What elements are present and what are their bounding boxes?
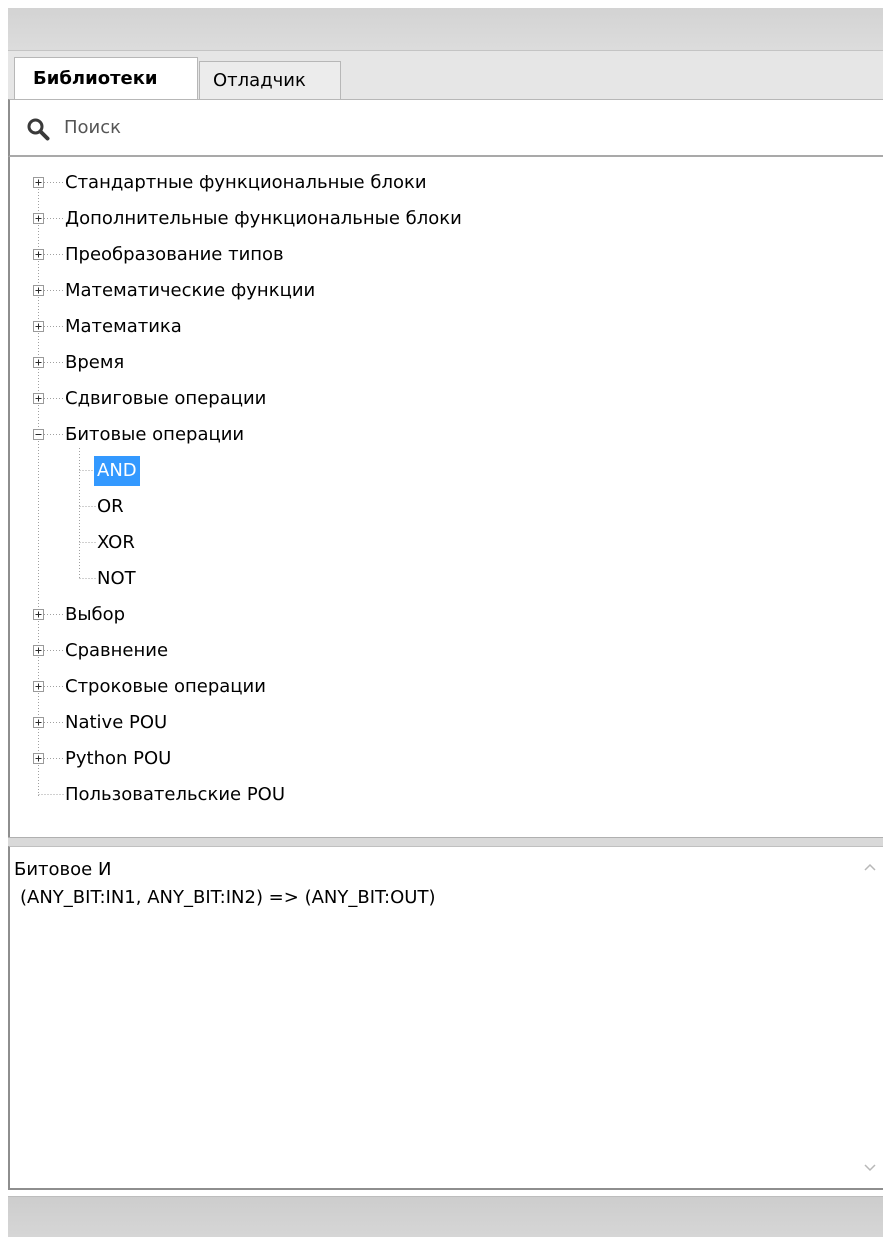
search-input[interactable]	[64, 112, 844, 142]
tree-item-label: Строковые операции	[65, 675, 266, 697]
tree-item[interactable]: Преобразование типов	[62, 240, 287, 270]
tree-item-label: Время	[65, 351, 125, 373]
tree-child-label: AND	[94, 455, 140, 486]
tree-item-label: Сдвиговые операции	[65, 387, 267, 409]
collapse-minus-icon[interactable]	[33, 429, 44, 440]
tree-item[interactable]: Время	[62, 348, 127, 378]
tree-item-label: Битовые операции	[65, 423, 245, 445]
tree-item[interactable]: Пользовательские POU	[62, 780, 288, 810]
tree-item-label: Выбор	[65, 603, 126, 625]
expand-plus-icon[interactable]	[33, 321, 44, 332]
tree-child-label: NOT	[97, 567, 136, 589]
expand-plus-icon[interactable]	[33, 285, 44, 296]
tree-item-label: Native POU	[65, 711, 168, 733]
expand-plus-icon[interactable]	[33, 357, 44, 368]
expand-plus-icon[interactable]	[33, 609, 44, 620]
expand-plus-icon[interactable]	[33, 717, 44, 728]
tree-item[interactable]: Python POU	[62, 744, 174, 774]
tree-item[interactable]: Стандартные функциональные блоки	[62, 168, 430, 198]
expand-plus-icon[interactable]	[33, 177, 44, 188]
description-title: Битовое И	[14, 859, 112, 880]
tree-item[interactable]: Строковые операции	[62, 672, 269, 702]
expand-plus-icon[interactable]	[33, 213, 44, 224]
expand-plus-icon[interactable]	[33, 645, 44, 656]
tree-item-label: Преобразование типов	[65, 243, 284, 265]
tree-child-item[interactable]: NOT	[94, 564, 139, 594]
description-panel: Битовое И (ANY_BIT:IN1, ANY_BIT:IN2) => …	[8, 846, 883, 1190]
expand-plus-icon[interactable]	[33, 249, 44, 260]
expand-plus-icon[interactable]	[33, 753, 44, 764]
tree-child-item[interactable]: XOR	[94, 528, 138, 558]
panel-splitter[interactable]	[8, 837, 883, 846]
expand-plus-icon[interactable]	[33, 681, 44, 692]
tree-item-label: Математические функции	[65, 279, 316, 301]
tree-item-label: Python POU	[65, 747, 172, 769]
tab-libraries[interactable]: Библиотеки	[14, 57, 198, 99]
tree-child-item[interactable]: AND	[94, 455, 140, 486]
tree-child-item[interactable]: OR	[94, 492, 127, 522]
expand-plus-icon[interactable]	[33, 393, 44, 404]
tree-child-label: OR	[97, 495, 124, 517]
description-signature: (ANY_BIT:IN1, ANY_BIT:IN2) => (ANY_BIT:O…	[20, 887, 436, 908]
tree-item-label: Сравнение	[65, 639, 169, 661]
magnifier-icon[interactable]	[26, 117, 50, 141]
scroll-down-icon[interactable]	[863, 1160, 877, 1174]
tree-item-label: Стандартные функциональные блоки	[65, 171, 427, 193]
tree-item[interactable]: Сдвиговые операции	[62, 384, 269, 414]
tree-item-label: Пользовательские POU	[65, 783, 286, 805]
search-bar	[8, 99, 883, 157]
tree-item[interactable]: Математика	[62, 312, 185, 342]
library-tree: Стандартные функциональные блоки Дополнит…	[8, 157, 883, 837]
tree-item[interactable]: Битовые операции	[62, 420, 247, 450]
title-bar	[8, 8, 883, 51]
tab-bar: Библиотеки Отладчик	[8, 51, 883, 99]
tree-item[interactable]: Native POU	[62, 708, 170, 738]
tree-item[interactable]: Выбор	[62, 600, 128, 630]
tree-item[interactable]: Дополнительные функциональные блоки	[62, 204, 465, 234]
tree-item-label: Дополнительные функциональные блоки	[65, 207, 462, 229]
tree-child-label: XOR	[97, 531, 135, 553]
scroll-up-icon[interactable]	[863, 861, 877, 875]
tab-debugger[interactable]: Отладчик	[199, 61, 341, 99]
tree-item-label: Математика	[65, 315, 182, 337]
tree-item[interactable]: Математические функции	[62, 276, 318, 306]
status-bar	[8, 1196, 883, 1237]
tree-item[interactable]: Сравнение	[62, 636, 171, 666]
